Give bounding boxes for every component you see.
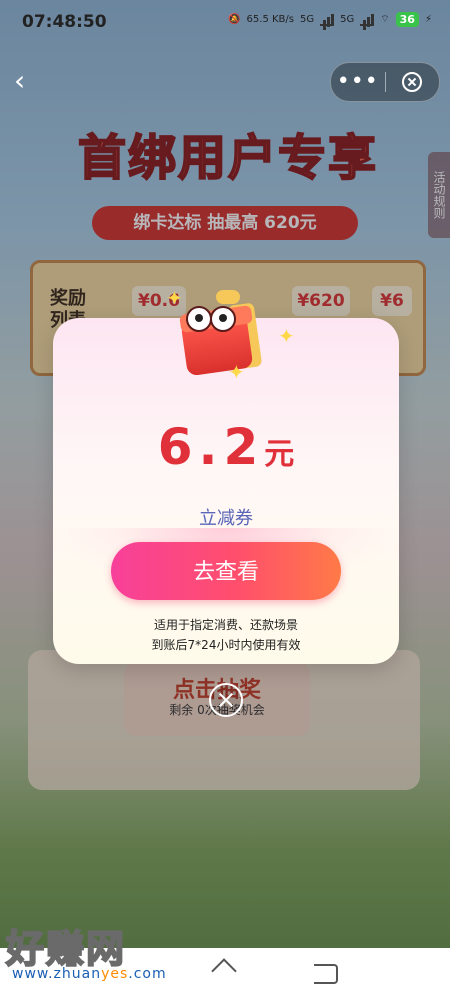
status-time: 07:48:50	[22, 12, 107, 32]
watermark-url: www.zhuanyes.com	[12, 966, 167, 982]
net-speed: 65.5 KB/s	[246, 14, 294, 25]
reward-amount: 6.2元	[53, 418, 399, 476]
wifi-icon: ⌔	[380, 14, 390, 25]
sparkle-icon: ✦	[228, 360, 245, 384]
signal-icon	[320, 13, 335, 26]
close-mini-program-button[interactable]	[385, 72, 439, 92]
sparkle-icon: ✦	[166, 286, 183, 310]
mini-program-capsule: •••	[330, 62, 440, 102]
coupon-type: 立减券	[199, 508, 253, 529]
watermark-brand: 好赚网	[5, 926, 127, 972]
back-nav-icon[interactable]	[314, 964, 338, 984]
home-icon[interactable]	[212, 960, 238, 982]
usage-note-line2: 到账后7*24小时内使用有效	[151, 638, 301, 652]
more-icon[interactable]: •••	[331, 63, 385, 101]
view-coupon-button[interactable]: 去查看	[111, 542, 341, 600]
close-circle-icon	[402, 72, 423, 92]
back-icon[interactable]: ‹	[14, 66, 44, 96]
net-type-1: 5G	[300, 14, 315, 25]
net-type-2: 5G	[340, 14, 355, 25]
modal-close-button[interactable]	[209, 683, 243, 717]
bell-muted-icon: 🔕	[228, 14, 241, 25]
charging-icon: ⚡	[424, 14, 432, 25]
battery-icon: 36	[395, 12, 419, 27]
reward-amount-unit: 元	[264, 437, 295, 472]
sparkle-icon: ✦	[278, 324, 295, 348]
reward-amount-value: 6.2	[157, 418, 265, 476]
signal-icon	[360, 13, 375, 26]
usage-note-line1: 适用于指定消费、还款场景	[153, 618, 298, 632]
gift-mascot-icon	[178, 290, 264, 377]
status-bar: 07:48:50 🔕 65.5 KB/s 5G 5G ⌔ 36 ⚡	[0, 0, 450, 46]
